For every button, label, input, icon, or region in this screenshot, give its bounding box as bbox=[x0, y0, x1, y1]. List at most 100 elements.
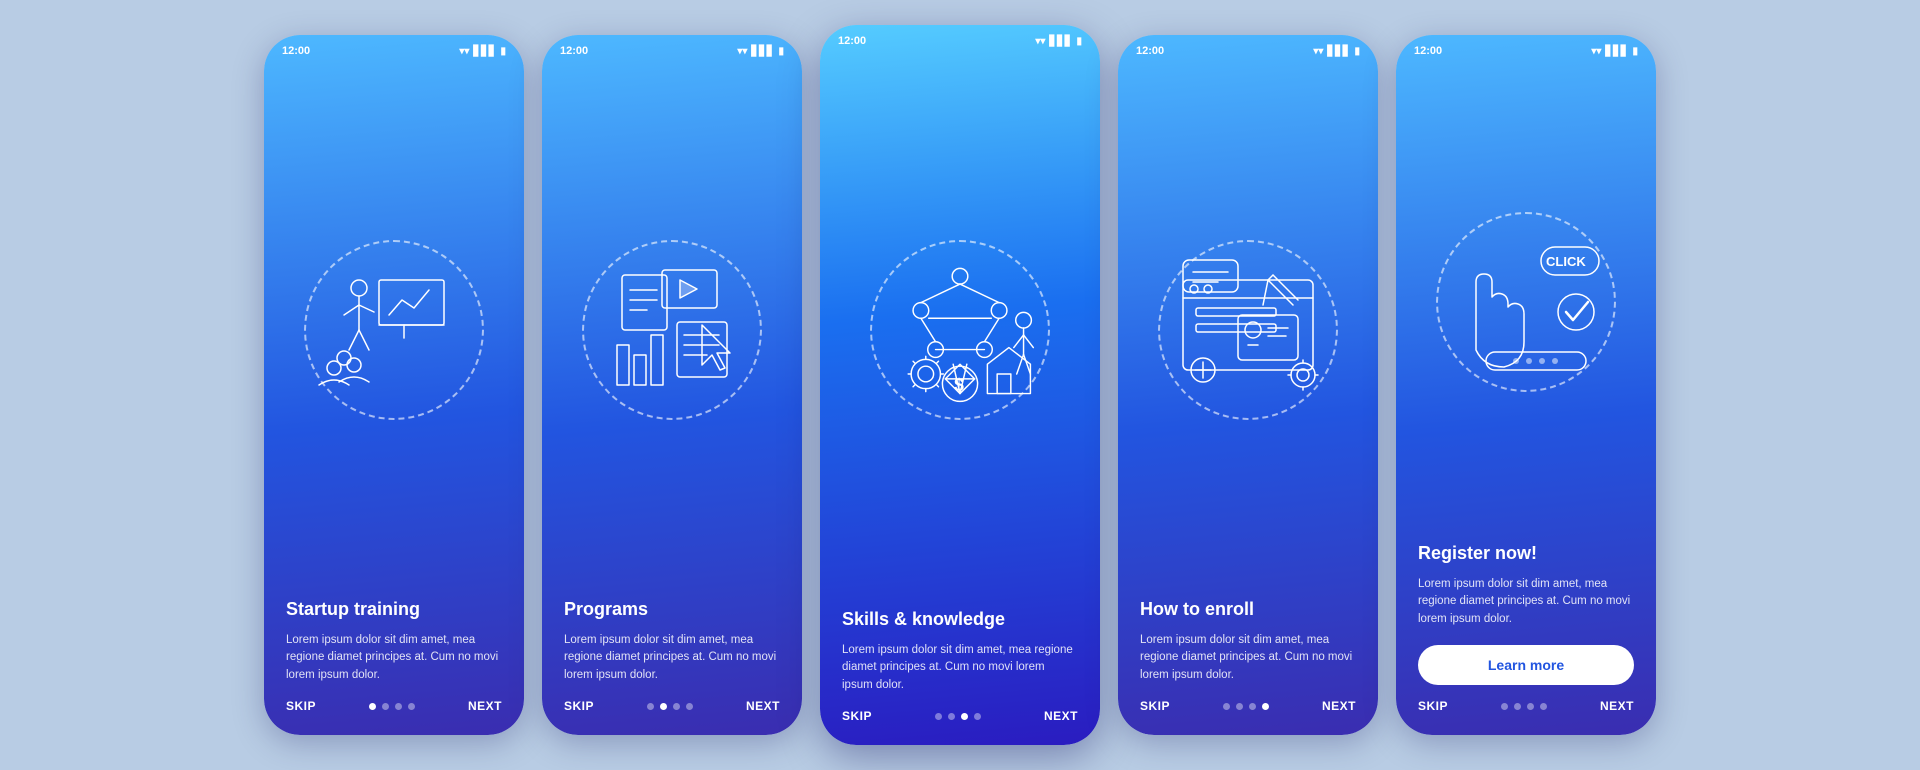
status-icons-3: ▾▾ ▋▋▋ ▮ bbox=[1035, 36, 1082, 47]
skip-1[interactable]: SKIP bbox=[286, 699, 316, 713]
battery-icon-2: ▮ bbox=[778, 46, 784, 57]
wifi-icon-2: ▾▾ bbox=[737, 46, 747, 57]
time-5: 12:00 bbox=[1414, 45, 1442, 57]
text-area-3: Skills & knowledge Lorem ipsum dolor sit… bbox=[820, 598, 1100, 695]
dot-2-1 bbox=[647, 703, 654, 710]
dashed-circle-5: CLICK bbox=[1436, 212, 1616, 392]
dot-1-1 bbox=[369, 703, 376, 710]
text-area-4: How to enroll Lorem ipsum dolor sit dim … bbox=[1118, 588, 1378, 685]
bottom-nav-2: SKIP NEXT bbox=[542, 685, 802, 735]
phone-2: 12:00 ▾▾ ▋▋▋ ▮ bbox=[542, 35, 802, 735]
next-5[interactable]: NEXT bbox=[1600, 699, 1634, 713]
title-1: Startup training bbox=[286, 598, 502, 621]
phone-4-content: 12:00 ▾▾ ▋▋▋ ▮ bbox=[1118, 35, 1378, 735]
signal-icon-2: ▋▋▋ bbox=[751, 46, 774, 57]
dot-4-1 bbox=[1223, 703, 1230, 710]
status-bar-1: 12:00 ▾▾ ▋▋▋ ▮ bbox=[264, 35, 524, 61]
illustration-4 bbox=[1118, 61, 1378, 588]
bottom-nav-3: SKIP NEXT bbox=[820, 695, 1100, 745]
dot-3-4 bbox=[974, 713, 981, 720]
signal-icon-4: ▋▋▋ bbox=[1327, 46, 1350, 57]
bottom-nav-4: SKIP NEXT bbox=[1118, 685, 1378, 735]
skip-4[interactable]: SKIP bbox=[1140, 699, 1170, 713]
time-4: 12:00 bbox=[1136, 45, 1164, 57]
signal-icon-3: ▋▋▋ bbox=[1049, 36, 1072, 47]
wifi-icon-4: ▾▾ bbox=[1313, 46, 1323, 57]
dot-1-2 bbox=[382, 703, 389, 710]
learn-more-button[interactable]: Learn more bbox=[1418, 645, 1634, 685]
phone-3: 12:00 ▾▾ ▋▋▋ ▮ bbox=[820, 25, 1100, 745]
skills-icon: $ bbox=[872, 240, 1048, 420]
dot-3-3 bbox=[961, 713, 968, 720]
skip-3[interactable]: SKIP bbox=[842, 709, 872, 723]
battery-icon-1: ▮ bbox=[500, 46, 506, 57]
wifi-icon-1: ▾▾ bbox=[459, 46, 469, 57]
body-1: Lorem ipsum dolor sit dim amet, mea regi… bbox=[286, 632, 502, 685]
battery-icon-3: ▮ bbox=[1076, 36, 1082, 47]
dot-2-3 bbox=[673, 703, 680, 710]
status-bar-3: 12:00 ▾▾ ▋▋▋ ▮ bbox=[820, 25, 1100, 51]
dots-1 bbox=[369, 703, 415, 710]
dashed-circle-1 bbox=[304, 240, 484, 420]
phones-container: 12:00 ▾▾ ▋▋▋ ▮ bbox=[264, 25, 1656, 745]
bottom-nav-1: SKIP NEXT bbox=[264, 685, 524, 735]
title-3: Skills & knowledge bbox=[842, 608, 1078, 631]
signal-icon-5: ▋▋▋ bbox=[1605, 46, 1628, 57]
illustration-2 bbox=[542, 61, 802, 588]
dot-4-3 bbox=[1249, 703, 1256, 710]
next-1[interactable]: NEXT bbox=[468, 699, 502, 713]
dot-4-4 bbox=[1262, 703, 1269, 710]
dashed-circle-4 bbox=[1158, 240, 1338, 420]
svg-text:CLICK: CLICK bbox=[1546, 254, 1586, 269]
programs-icon bbox=[592, 250, 752, 410]
skip-2[interactable]: SKIP bbox=[564, 699, 594, 713]
title-4: How to enroll bbox=[1140, 598, 1356, 621]
dot-5-2 bbox=[1514, 703, 1521, 710]
time-2: 12:00 bbox=[560, 45, 588, 57]
dot-2-2 bbox=[660, 703, 667, 710]
illustration-3: $ bbox=[820, 51, 1100, 598]
dashed-circle-2 bbox=[582, 240, 762, 420]
status-icons-1: ▾▾ ▋▋▋ ▮ bbox=[459, 46, 506, 57]
body-4: Lorem ipsum dolor sit dim amet, mea regi… bbox=[1140, 632, 1356, 685]
dots-4 bbox=[1223, 703, 1269, 710]
time-3: 12:00 bbox=[838, 35, 866, 47]
training-icon bbox=[314, 250, 474, 410]
phone-2-content: 12:00 ▾▾ ▋▋▋ ▮ bbox=[542, 35, 802, 735]
body-2: Lorem ipsum dolor sit dim amet, mea regi… bbox=[564, 632, 780, 685]
phone-4: 12:00 ▾▾ ▋▋▋ ▮ bbox=[1118, 35, 1378, 735]
next-4[interactable]: NEXT bbox=[1322, 699, 1356, 713]
dot-2-4 bbox=[686, 703, 693, 710]
wifi-icon-3: ▾▾ bbox=[1035, 36, 1045, 47]
dot-5-4 bbox=[1540, 703, 1547, 710]
dots-3 bbox=[935, 713, 981, 720]
body-3: Lorem ipsum dolor sit dim amet, mea regi… bbox=[842, 642, 1078, 695]
illustration-5: CLICK bbox=[1396, 61, 1656, 532]
dots-5 bbox=[1501, 703, 1547, 710]
phone-1-content: 12:00 ▾▾ ▋▋▋ ▮ bbox=[264, 35, 524, 735]
dot-1-4 bbox=[408, 703, 415, 710]
dots-2 bbox=[647, 703, 693, 710]
status-bar-5: 12:00 ▾▾ ▋▋▋ ▮ bbox=[1396, 35, 1656, 61]
title-5: Register now! bbox=[1418, 542, 1634, 565]
dot-5-1 bbox=[1501, 703, 1508, 710]
time-1: 12:00 bbox=[282, 45, 310, 57]
skip-5[interactable]: SKIP bbox=[1418, 699, 1448, 713]
next-3[interactable]: NEXT bbox=[1044, 709, 1078, 723]
signal-icon-1: ▋▋▋ bbox=[473, 46, 496, 57]
phone-5-content: 12:00 ▾▾ ▋▋▋ ▮ CLICK bbox=[1396, 35, 1656, 735]
status-icons-4: ▾▾ ▋▋▋ ▮ bbox=[1313, 46, 1360, 57]
status-bar-2: 12:00 ▾▾ ▋▋▋ ▮ bbox=[542, 35, 802, 61]
phone-1: 12:00 ▾▾ ▋▋▋ ▮ bbox=[264, 35, 524, 735]
dot-1-3 bbox=[395, 703, 402, 710]
text-area-5: Register now! Lorem ipsum dolor sit dim … bbox=[1396, 532, 1656, 685]
enroll-icon bbox=[1168, 250, 1328, 410]
status-icons-2: ▾▾ ▋▋▋ ▮ bbox=[737, 46, 784, 57]
dot-4-2 bbox=[1236, 703, 1243, 710]
status-icons-5: ▾▾ ▋▋▋ ▮ bbox=[1591, 46, 1638, 57]
wifi-icon-5: ▾▾ bbox=[1591, 46, 1601, 57]
body-5: Lorem ipsum dolor sit dim amet, mea regi… bbox=[1418, 576, 1634, 629]
dot-5-3 bbox=[1527, 703, 1534, 710]
next-2[interactable]: NEXT bbox=[746, 699, 780, 713]
illustration-1 bbox=[264, 61, 524, 588]
